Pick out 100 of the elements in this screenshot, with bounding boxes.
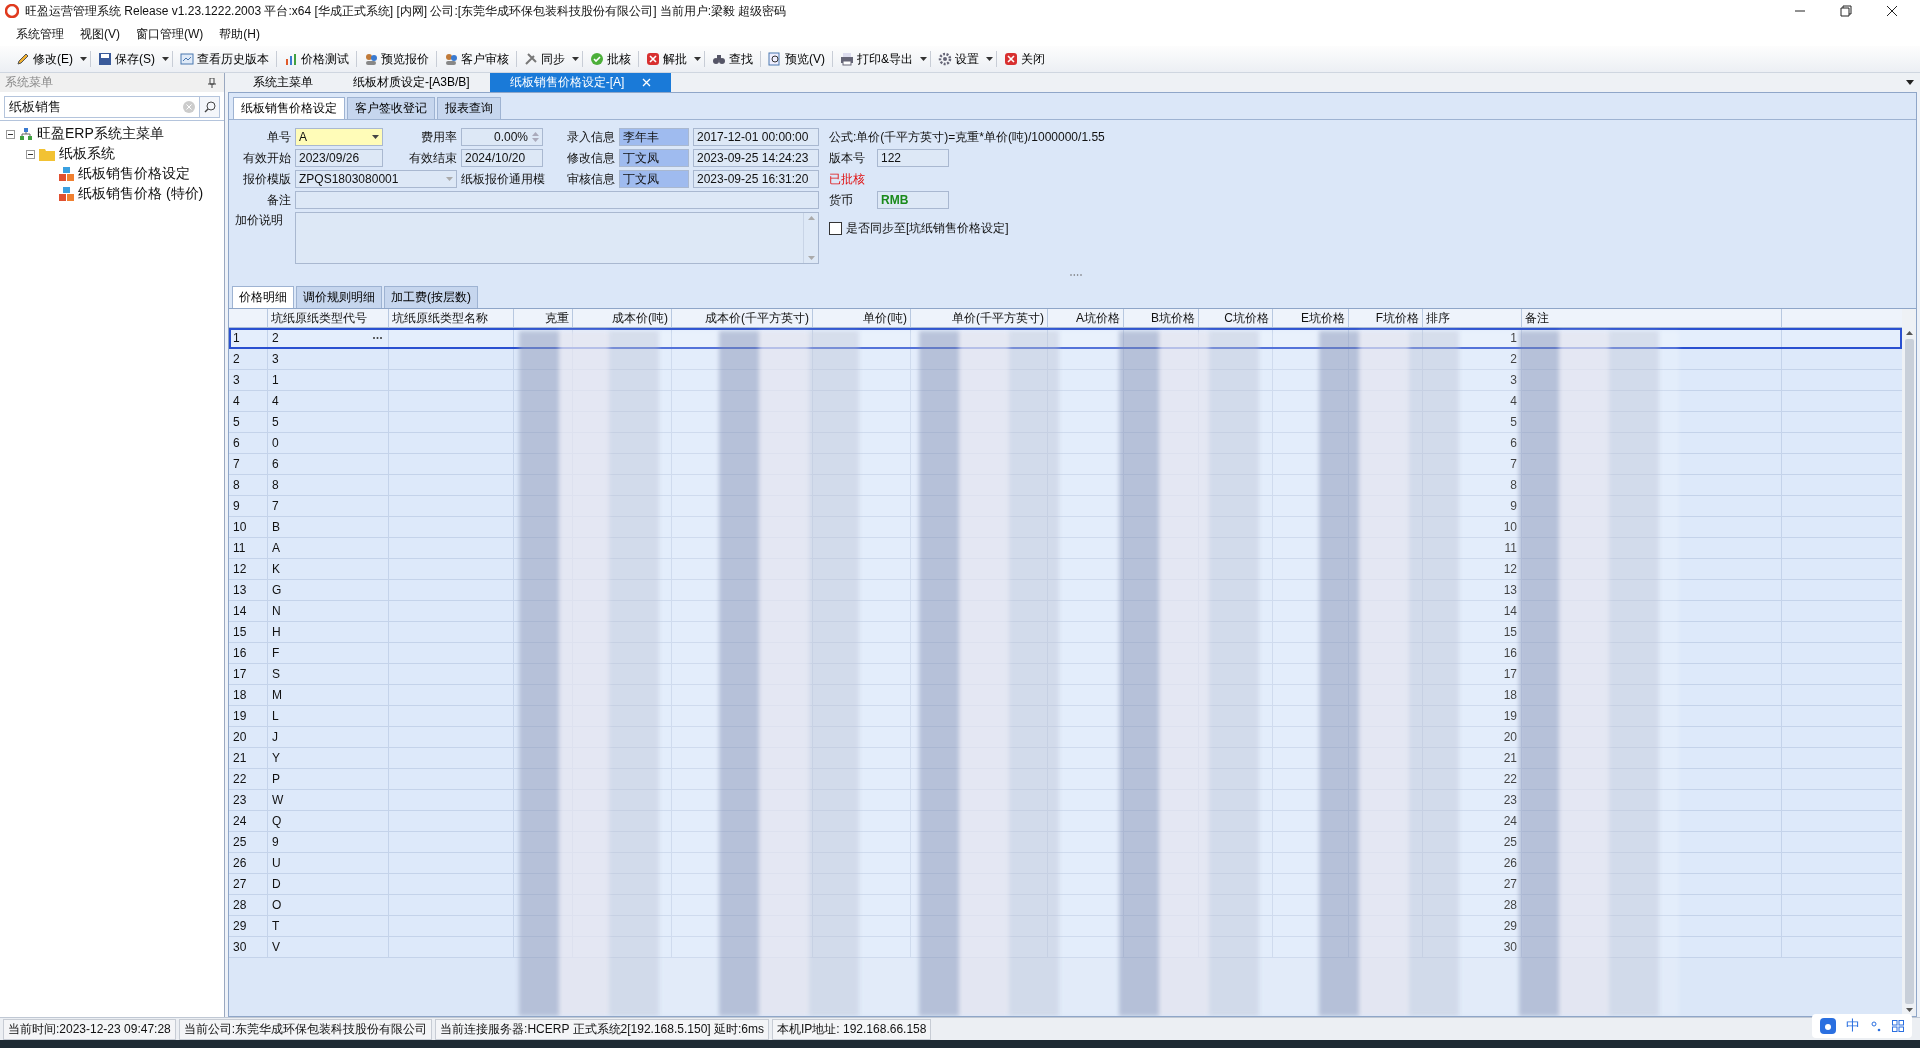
grid-tab[interactable]: 加工费(按层数)	[384, 286, 478, 308]
dropdown-arrow-icon[interactable]	[80, 57, 87, 61]
column-header[interactable]: 单价(吨)	[813, 309, 911, 327]
row-number: 29	[229, 916, 268, 936]
toolbar-button[interactable]: 客户审核	[440, 48, 513, 70]
toolbar-button[interactable]: 设置	[934, 48, 983, 70]
grid-icon[interactable]	[1892, 1020, 1904, 1032]
search-button[interactable]	[199, 97, 219, 117]
toolbar-button[interactable]: 解批	[642, 48, 691, 70]
scroll-up-icon[interactable]	[1905, 331, 1913, 335]
tree-item[interactable]: 旺盈ERP系统主菜单	[37, 125, 164, 143]
document-icon	[180, 52, 194, 66]
vertical-scrollbar[interactable]	[1902, 309, 1916, 1016]
formula-text: 公式:单价(千平方英寸)=克重*单价(吨)/1000000/1.55	[828, 128, 1106, 146]
column-header[interactable]: C坑价格	[1199, 309, 1273, 327]
collapse-icon[interactable]	[6, 129, 15, 139]
template-dropdown[interactable]: ZPQS1803080001	[295, 170, 457, 188]
row-number: 5	[229, 412, 268, 432]
column-header[interactable]: 坑纸原纸类型代号	[268, 309, 389, 327]
toolbar-button[interactable]: 预览(V)	[764, 48, 829, 70]
row-number: 24	[229, 811, 268, 831]
tree-item[interactable]: 纸板销售价格 (特价)	[78, 185, 204, 203]
cross-icon	[1004, 52, 1018, 66]
punctuation-icon[interactable]	[1870, 1020, 1882, 1032]
form-tab[interactable]: 纸板销售价格设定	[233, 97, 345, 119]
field-label: 货币	[829, 191, 854, 209]
menu-item[interactable]: 视图(V)	[72, 23, 128, 45]
toolbar-button[interactable]: 关闭	[1000, 48, 1049, 70]
column-header[interactable]: 单价(千平方英寸)	[911, 309, 1048, 327]
column-header[interactable]: 坑纸原纸类型名称	[389, 309, 514, 327]
scroll-down-icon[interactable]	[1905, 1008, 1913, 1012]
column-header[interactable]: 克重	[514, 309, 573, 327]
column-header[interactable]: 成本价(千平方英寸)	[672, 309, 813, 327]
dropdown-arrow-icon[interactable]	[1906, 80, 1914, 85]
table-cell: W	[272, 793, 284, 807]
table-cell: 14	[1423, 601, 1522, 621]
document-tab[interactable]: 纸板材质设定-[A3B/B]	[333, 73, 490, 92]
caret-icon[interactable]	[372, 135, 379, 139]
search-field[interactable]: 纸板销售	[4, 96, 220, 118]
column-header[interactable]: A坑价格	[1048, 309, 1124, 327]
ime-mode[interactable]: 中	[1846, 1017, 1860, 1035]
cross-icon	[646, 52, 660, 66]
table-cell: U	[272, 856, 281, 870]
pin-icon[interactable]	[208, 77, 216, 88]
toolbar-button[interactable]: 查看历史版本	[176, 48, 273, 70]
toolbar-button[interactable]: 保存(S)	[94, 48, 159, 70]
form-tab[interactable]: 客户签收登记	[347, 97, 435, 119]
tree-item[interactable]: 纸板系统	[59, 145, 115, 163]
column-header[interactable]: 排序	[1423, 309, 1522, 327]
table-cell: 29	[1423, 916, 1522, 936]
dropdown-arrow-icon[interactable]	[162, 57, 169, 61]
toolbar-button[interactable]: 查找	[708, 48, 757, 70]
dropdown-arrow-icon[interactable]	[572, 57, 579, 61]
document-tab[interactable]: 系统主菜单	[233, 73, 333, 92]
status-text: 当前公司:东莞华成环保包装科技股份有限公司	[178, 1018, 433, 1040]
menu-item[interactable]: 窗口管理(W)	[128, 23, 212, 45]
document-tab[interactable]: 纸板销售价格设定-[A]	[489, 73, 672, 92]
date-field[interactable]: 2023/09/26	[295, 149, 383, 167]
grid-tab[interactable]: 调价规则明细	[296, 286, 382, 308]
row-number: 18	[229, 685, 268, 705]
dropdown-arrow-icon[interactable]	[986, 57, 993, 61]
selected-row[interactable]: 1 2 1	[229, 328, 1902, 349]
field-label: 单号	[266, 128, 291, 146]
dropdown-arrow-icon[interactable]	[694, 57, 701, 61]
date-field[interactable]: 2024/10/20	[461, 149, 543, 167]
row-number: 28	[229, 895, 268, 915]
column-header[interactable]: B坑价格	[1124, 309, 1199, 327]
fee-rate-spinner[interactable]: 0.00%	[461, 128, 543, 146]
grid-tab[interactable]: 价格明细	[232, 286, 294, 308]
order-number-dropdown[interactable]: A	[295, 128, 383, 146]
column-header[interactable]: F坑价格	[1349, 309, 1423, 327]
column-header[interactable]: E坑价格	[1273, 309, 1349, 327]
tree-item[interactable]: 纸板销售价格设定	[78, 165, 190, 183]
toolbar-button[interactable]: 价格测试	[280, 48, 353, 70]
form-tab[interactable]: 报表查询	[437, 97, 501, 119]
toolbar-button[interactable]: 批核	[586, 48, 635, 70]
toolbar-button[interactable]: 预览报价	[360, 48, 433, 70]
table-cell: G	[272, 583, 282, 597]
menu-item[interactable]: 系统管理	[8, 23, 72, 45]
toolbar-button[interactable]: 同步	[520, 48, 569, 70]
dropdown-arrow-icon[interactable]	[920, 57, 927, 61]
close-icon[interactable]	[1886, 5, 1898, 17]
table-cell: 2	[272, 331, 279, 345]
table-cell: 11	[1423, 538, 1522, 558]
table-cell: 21	[1423, 748, 1522, 768]
toolbar-button[interactable]: 修改(E)	[12, 48, 77, 70]
row-number: 23	[229, 790, 268, 810]
table-cell: 27	[1423, 874, 1522, 894]
toolbar-button[interactable]: 打印&导出	[836, 48, 917, 70]
datetime-field: 2017-12-01 00:00:00	[693, 128, 819, 146]
column-header[interactable]: 备注	[1522, 309, 1782, 327]
save-icon	[98, 52, 112, 66]
column-header[interactable]: 成本价(吨)	[573, 309, 672, 327]
menu-item[interactable]: 帮助(H)	[211, 23, 268, 45]
restore-icon[interactable]	[1840, 5, 1852, 17]
collapse-icon[interactable]	[26, 149, 35, 159]
table-cell: 7	[272, 499, 279, 513]
checkbox[interactable]	[829, 222, 842, 235]
remark-field[interactable]	[295, 191, 819, 209]
table-cell: Y	[272, 751, 280, 765]
